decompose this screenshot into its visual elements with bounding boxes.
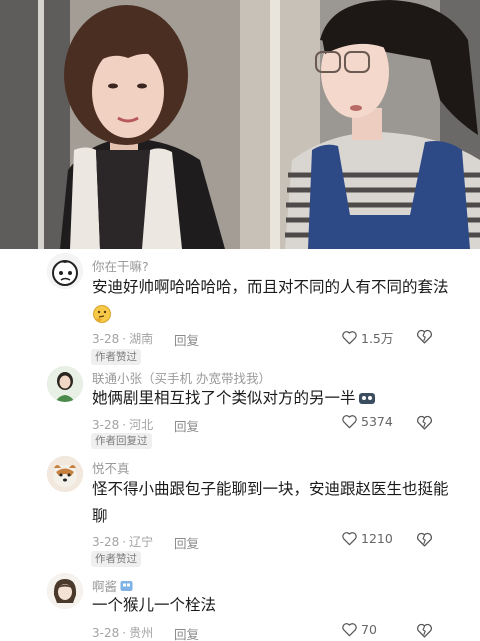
reply-button[interactable]: 回复	[174, 330, 199, 349]
like-count: 5374	[361, 414, 393, 429]
level-badge-icon	[120, 581, 133, 591]
like-button[interactable]: 1.5万	[341, 328, 393, 347]
thinking-face-emoji-icon	[93, 305, 111, 323]
broken-heart-icon[interactable]	[416, 622, 433, 639]
broken-heart-icon[interactable]	[416, 328, 433, 345]
comment-date: 3-28	[92, 332, 120, 346]
reply-button[interactable]: 回复	[174, 416, 199, 435]
author-replied-badge: 作者回复过	[91, 433, 152, 449]
comment-location: 河北	[129, 418, 154, 432]
comment-meta: 3-28 · 贵州	[92, 626, 154, 640]
like-button[interactable]: 70	[341, 622, 377, 637]
broken-heart-icon[interactable]	[416, 414, 433, 431]
avatar[interactable]	[47, 253, 83, 289]
like-button[interactable]: 1210	[341, 531, 393, 546]
video-still-image	[0, 0, 480, 249]
comment-location: 辽宁	[129, 535, 154, 549]
comment-text[interactable]: 安迪好帅啊哈哈哈哈，而且对不同的人有不同的套法	[92, 274, 452, 301]
face-emoji-icon	[358, 393, 375, 404]
heart-outline-icon	[342, 532, 357, 546]
like-count: 1210	[361, 531, 393, 546]
like-count: 1.5万	[361, 331, 394, 346]
comment-meta: 3-28 · 辽宁	[92, 535, 154, 549]
comment-username[interactable]: 你在干嘛?	[92, 256, 149, 275]
comment-location: 湖南	[129, 332, 154, 346]
author-liked-badge: 作者赞过	[91, 349, 141, 365]
comment-text[interactable]: 怪不得小曲跟包子能聊到一块，安迪跟赵医生也挺能聊	[92, 476, 452, 530]
comment-date: 3-28	[92, 626, 120, 640]
avatar[interactable]	[47, 573, 83, 609]
author-liked-badge: 作者赞过	[91, 551, 141, 567]
comment-date: 3-28	[92, 535, 120, 549]
reply-button[interactable]: 回复	[174, 533, 199, 552]
comment-text[interactable]: 一个猴儿一个栓法	[92, 592, 452, 619]
broken-heart-icon[interactable]	[416, 531, 433, 548]
avatar[interactable]	[47, 366, 83, 402]
avatar[interactable]	[47, 456, 83, 492]
heart-outline-icon	[342, 623, 357, 637]
like-count: 70	[361, 622, 377, 637]
heart-outline-icon	[342, 415, 357, 429]
comment-location: 贵州	[129, 626, 154, 640]
video-frame[interactable]	[0, 0, 480, 249]
comment-meta: 3-28 · 河北	[92, 418, 154, 432]
comment-text[interactable]: 她俩剧里相互找了个类似对方的另一半	[92, 385, 452, 412]
comment-username[interactable]: 悦不真	[92, 458, 130, 477]
comment-date: 3-28	[92, 418, 120, 432]
comment-text-content: 她俩剧里相互找了个类似对方的另一半	[92, 389, 356, 407]
like-button[interactable]: 5374	[341, 414, 393, 429]
heart-outline-icon	[342, 331, 357, 345]
reply-button[interactable]: 回复	[174, 624, 199, 641]
comment-list: 你在干嘛? 安迪好帅啊哈哈哈哈，而且对不同的人有不同的套法 3-28 · 湖南 回复…	[0, 249, 480, 641]
comment-meta: 3-28 · 湖南	[92, 332, 154, 346]
